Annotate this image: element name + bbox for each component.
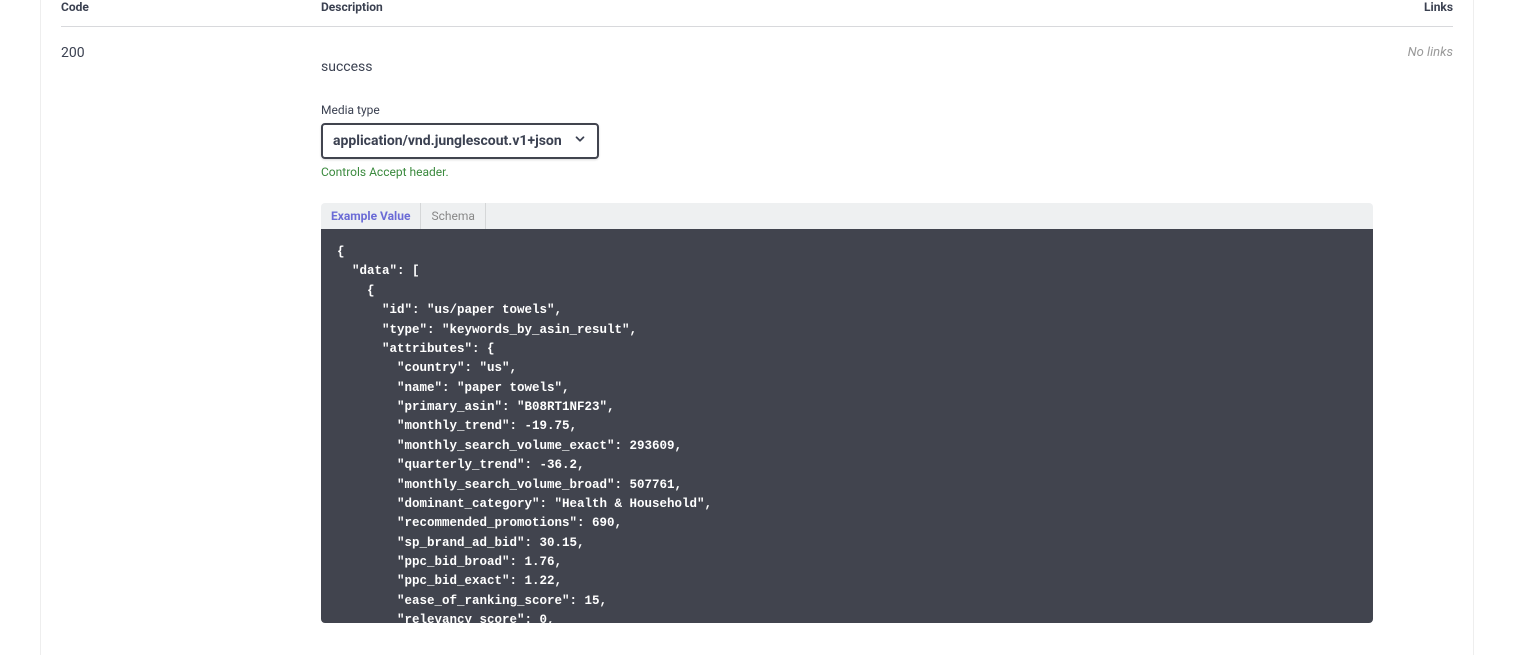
tab-schema[interactable]: Schema <box>421 203 485 229</box>
tab-example-value[interactable]: Example Value <box>321 203 421 229</box>
header-links: Links <box>1373 0 1453 14</box>
response-table: Code Description Links 200 success Media… <box>61 0 1453 623</box>
example-schema-tabs: Example Value Schema <box>321 203 1373 229</box>
example-json: { "data": [ { "id": "us/paper towels", "… <box>321 229 1373 623</box>
header-description: Description <box>321 0 1373 14</box>
accept-header-hint: Controls Accept header. <box>321 165 1373 179</box>
header-code: Code <box>61 0 321 14</box>
response-links: No links <box>1373 45 1453 623</box>
response-section: Code Description Links 200 success Media… <box>40 0 1474 655</box>
response-body: success Media type application/vnd.jungl… <box>321 45 1373 623</box>
response-row-200: 200 success Media type application/vnd.j… <box>61 27 1453 623</box>
example-code-scroll[interactable]: { "data": [ { "id": "us/paper towels", "… <box>321 229 1373 623</box>
media-type-select-wrap: application/vnd.junglescout.v1+json <box>321 123 599 159</box>
response-description: success <box>321 59 1373 75</box>
response-code: 200 <box>61 45 321 623</box>
media-type-select[interactable]: application/vnd.junglescout.v1+json <box>321 123 599 159</box>
response-table-header: Code Description Links <box>61 0 1453 27</box>
media-type-label: Media type <box>321 103 1373 117</box>
